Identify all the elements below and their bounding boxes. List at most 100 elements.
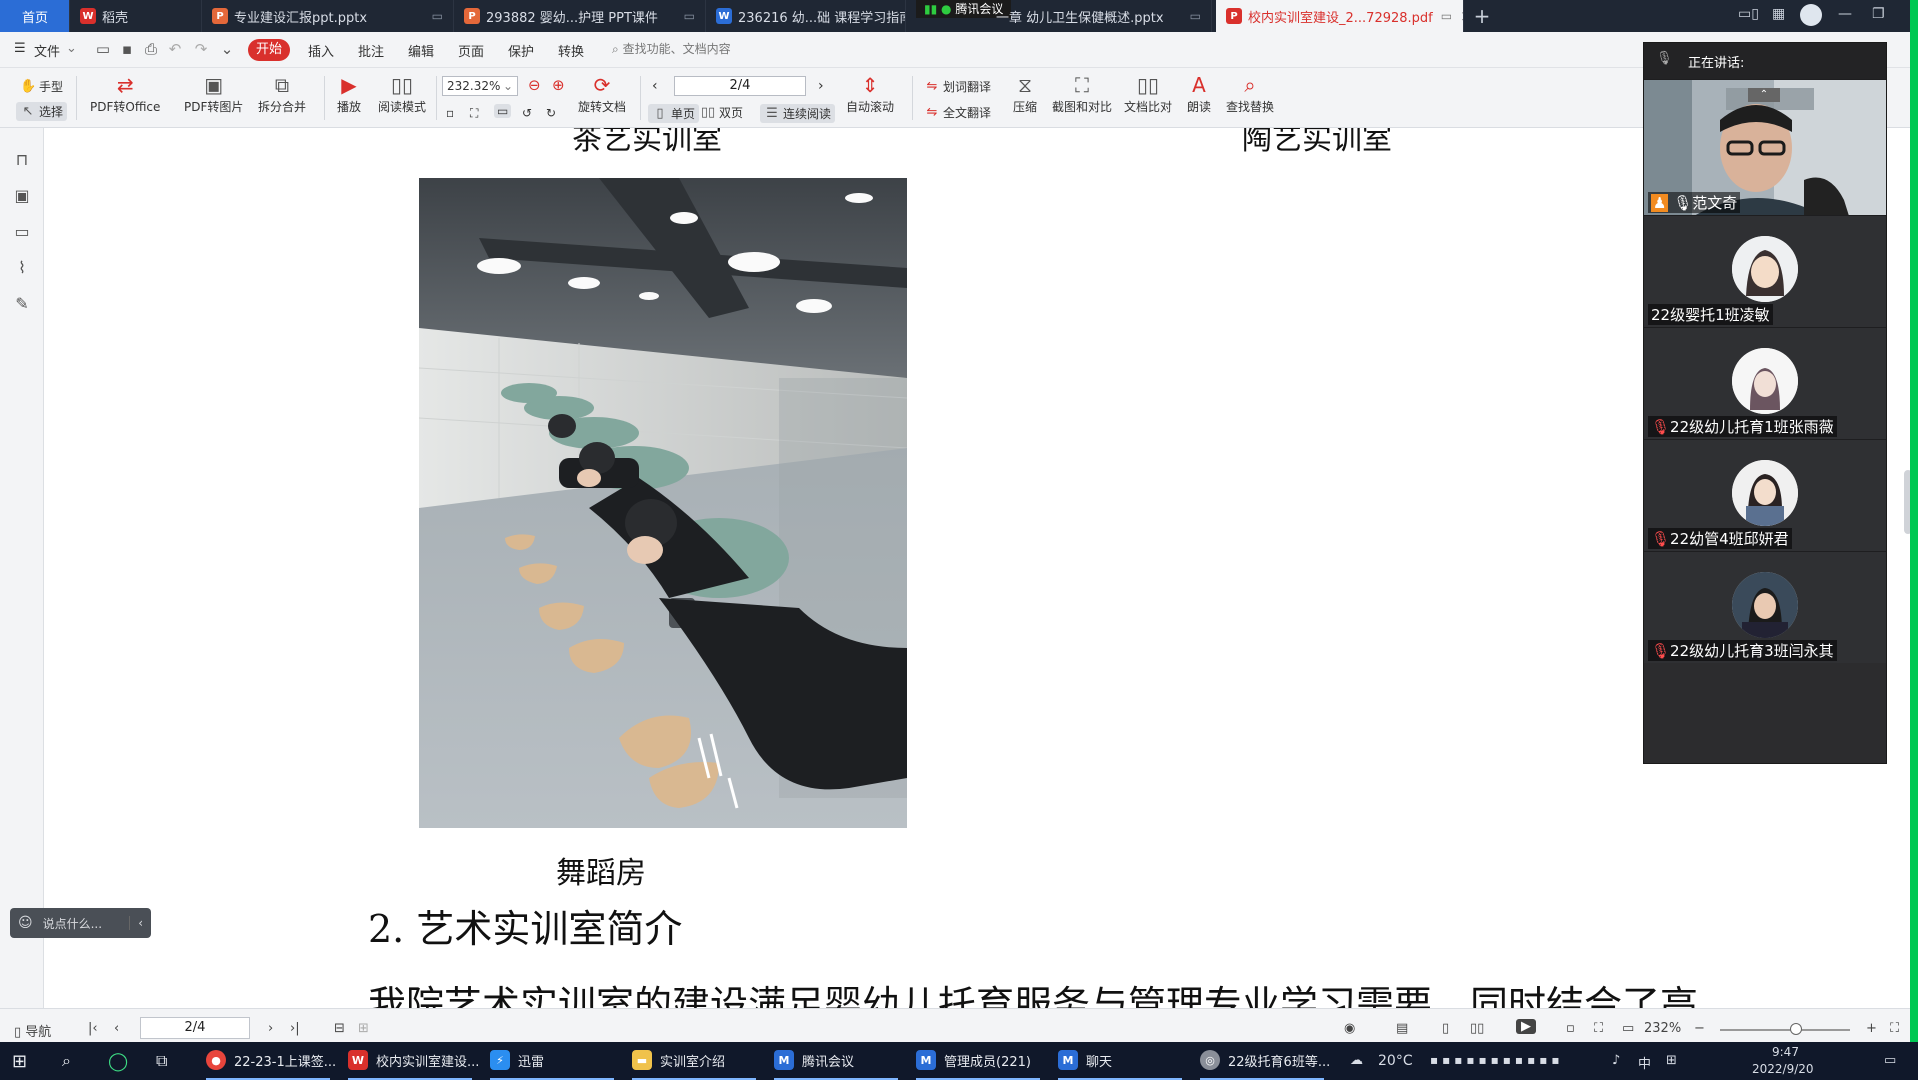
eye-icon[interactable]: ◉: [1344, 1021, 1355, 1036]
hamburger-icon[interactable]: ☰: [14, 41, 26, 56]
double-page-icon[interactable]: ▯▯: [1470, 1021, 1484, 1036]
hand-tool[interactable]: ✋ 手型: [20, 78, 63, 95]
taskbar-app[interactable]: ⚡ 迅雷: [490, 1042, 614, 1080]
zoom-out-icon[interactable]: ⊖: [528, 76, 541, 94]
double-page-button[interactable]: ▯▯ 双页: [700, 104, 743, 121]
zoom-slider-thumb[interactable]: [1790, 1023, 1802, 1035]
single-page-button[interactable]: ▯ 单页: [648, 104, 700, 123]
split-merge-button[interactable]: ⧉ 拆分合并: [258, 72, 306, 115]
attachment-icon[interactable]: ⌇: [12, 258, 32, 278]
zoom-select[interactable]: 232.32% ⌄: [442, 76, 518, 96]
customize-icon[interactable]: ⌄: [218, 40, 236, 58]
zoom-out-icon[interactable]: −: [1694, 1021, 1705, 1036]
volume-icon[interactable]: ♪: [1612, 1053, 1620, 1068]
zoom-in-icon[interactable]: ⊕: [552, 76, 565, 94]
restore-icon[interactable]: ❐: [1872, 6, 1885, 22]
taskbar-app[interactable]: ● 22-23-1上课签...: [206, 1042, 336, 1080]
tab-document-active[interactable]: P 校内实训室建设_2...72928.pdf ▭ ×: [1216, 0, 1464, 32]
document-viewport[interactable]: 茶艺实训室 陶艺实训室 舞蹈房 2. 艺术实训室简介 我院艺术实训室的建设满足婴…: [44, 128, 1918, 1008]
menu-edit[interactable]: 编辑: [408, 41, 434, 60]
open-folder-icon[interactable]: ▭: [94, 40, 112, 58]
auto-scroll-button[interactable]: ⇕ 自动滚动: [846, 72, 894, 115]
play-button[interactable]: ▶ 播放: [336, 72, 362, 115]
pan-icon[interactable]: ▤: [1396, 1021, 1408, 1036]
page-indicator[interactable]: 2/4: [140, 1017, 250, 1039]
first-page-icon[interactable]: |‹: [88, 1021, 98, 1036]
taskbar-app[interactable]: M 管理成员(221): [916, 1042, 1040, 1080]
word-translate-button[interactable]: ⇋ 划词翻译: [924, 78, 991, 95]
tab-document[interactable]: 一章 幼儿卫生保健概述.pptx ▭: [966, 0, 1212, 32]
zoom-in-icon[interactable]: +: [1866, 1021, 1877, 1036]
menu-insert[interactable]: 插入: [308, 41, 334, 60]
tab-start[interactable]: 开始: [248, 39, 290, 61]
pdf-to-image-button[interactable]: ▣ PDF转图片: [184, 72, 243, 115]
file-menu[interactable]: 文件: [34, 41, 60, 60]
fit-width-icon[interactable]: ▭: [494, 104, 512, 118]
bookmark-icon[interactable]: ⊓: [12, 150, 32, 170]
participant-tile[interactable]: ⌄ 🎙22级幼儿托育3班闫永其: [1644, 551, 1886, 663]
tab-document[interactable]: W 236216 幼...础 课程学习指南: [706, 0, 906, 32]
minimize-icon[interactable]: —: [1838, 6, 1852, 22]
rotate-right-icon[interactable]: ↻: [546, 106, 556, 120]
taskbar-app[interactable]: M 腾讯会议: [774, 1042, 898, 1080]
rotate-left-icon[interactable]: ↺: [522, 106, 532, 120]
ime-indicator[interactable]: 中: [1638, 1053, 1651, 1072]
tab-document[interactable]: P 293882 婴幼...护理 PPT课件 ▭: [454, 0, 706, 32]
actual-size-icon[interactable]: ▫: [446, 106, 454, 120]
zoom-slider[interactable]: [1720, 1029, 1850, 1031]
page-number-input[interactable]: 2/4: [674, 76, 806, 96]
tab-daoke[interactable]: W 稻壳: [70, 0, 202, 32]
notification-icon[interactable]: ▭: [1884, 1053, 1896, 1068]
weather-icon[interactable]: ☁: [1350, 1053, 1363, 1068]
redo-icon[interactable]: ↷: [192, 40, 210, 58]
rotate-document-button[interactable]: ⟳ 旋转文档: [578, 72, 626, 115]
read-mode-button[interactable]: ▯▯ 阅读模式: [378, 72, 426, 115]
fit-width-icon[interactable]: ▭: [1622, 1021, 1634, 1036]
clock-date[interactable]: 2022/9/20: [1752, 1062, 1814, 1076]
menu-protect[interactable]: 保护: [508, 41, 534, 60]
participant-video-tile[interactable]: ♟ 🎙范文奇 ⌃: [1644, 79, 1886, 215]
read-aloud-button[interactable]: A 朗读: [1186, 72, 1212, 115]
menu-annotate[interactable]: 批注: [358, 41, 384, 60]
prev-page-icon[interactable]: ‹: [652, 78, 658, 94]
chevron-down-icon[interactable]: ⌄: [66, 41, 77, 56]
play-icon[interactable]: ▶: [1516, 1019, 1536, 1034]
close-icon[interactable]: ×: [1460, 7, 1463, 25]
participant-tile[interactable]: 🎙22级幼儿托育1班张雨薇: [1644, 327, 1886, 439]
thumbnail-icon[interactable]: ▣: [12, 186, 32, 206]
nav-toggle[interactable]: ▯ 导航: [14, 1021, 51, 1040]
back-icon[interactable]: ⊟: [334, 1021, 345, 1036]
participant-tile[interactable]: 🎙22幼管4班邱妍君: [1644, 439, 1886, 551]
taskbar-app[interactable]: ◎ 22级托育6班等...: [1200, 1042, 1330, 1080]
actual-size-icon[interactable]: ▫: [1566, 1021, 1575, 1036]
doc-compare-button[interactable]: ▯▯ 文档比对: [1124, 72, 1172, 115]
save-icon[interactable]: ▪: [118, 40, 136, 58]
windows-start-icon[interactable]: ⊞: [12, 1042, 27, 1080]
next-page-icon[interactable]: ›: [268, 1021, 273, 1036]
tab-document[interactable]: P 专业建设汇报ppt.pptx ▭: [202, 0, 454, 32]
chevron-left-icon[interactable]: ‹: [129, 916, 143, 930]
layout-icon[interactable]: ▭▯: [1738, 6, 1759, 22]
keyboard-icon[interactable]: ⊞: [1666, 1053, 1677, 1068]
print-icon[interactable]: ⎙: [142, 40, 160, 58]
participant-tile[interactable]: 22级婴托1班凌敏: [1644, 215, 1886, 327]
new-tab-button[interactable]: +: [1470, 4, 1494, 28]
select-tool[interactable]: ↖ 选择: [16, 102, 68, 121]
next-page-icon[interactable]: ›: [818, 78, 824, 94]
prev-page-icon[interactable]: ‹: [114, 1021, 119, 1036]
continuous-read-button[interactable]: ☰ 连续阅读: [760, 104, 836, 123]
taskbar-app[interactable]: M 聊天: [1058, 1042, 1182, 1080]
zoom-percent[interactable]: 232%: [1644, 1021, 1681, 1036]
comment-icon[interactable]: ▭: [12, 222, 32, 242]
search-icon[interactable]: ⌕: [62, 1042, 71, 1080]
full-translate-button[interactable]: ⇋ 全文翻译: [924, 104, 991, 121]
menu-convert[interactable]: 转换: [558, 41, 584, 60]
fit-page-icon[interactable]: ⛶: [470, 106, 478, 121]
fit-page-icon[interactable]: ⛶: [1594, 1021, 1603, 1036]
avatar[interactable]: [1800, 4, 1822, 26]
undo-icon[interactable]: ↶: [166, 40, 184, 58]
collapse-icon[interactable]: ⌃: [1748, 88, 1780, 102]
taskbar-app[interactable]: W 校内实训室建设...: [348, 1042, 479, 1080]
pdf-to-office-button[interactable]: ⇄ PDF转Office: [90, 72, 160, 115]
last-page-icon[interactable]: ›|: [290, 1021, 300, 1036]
